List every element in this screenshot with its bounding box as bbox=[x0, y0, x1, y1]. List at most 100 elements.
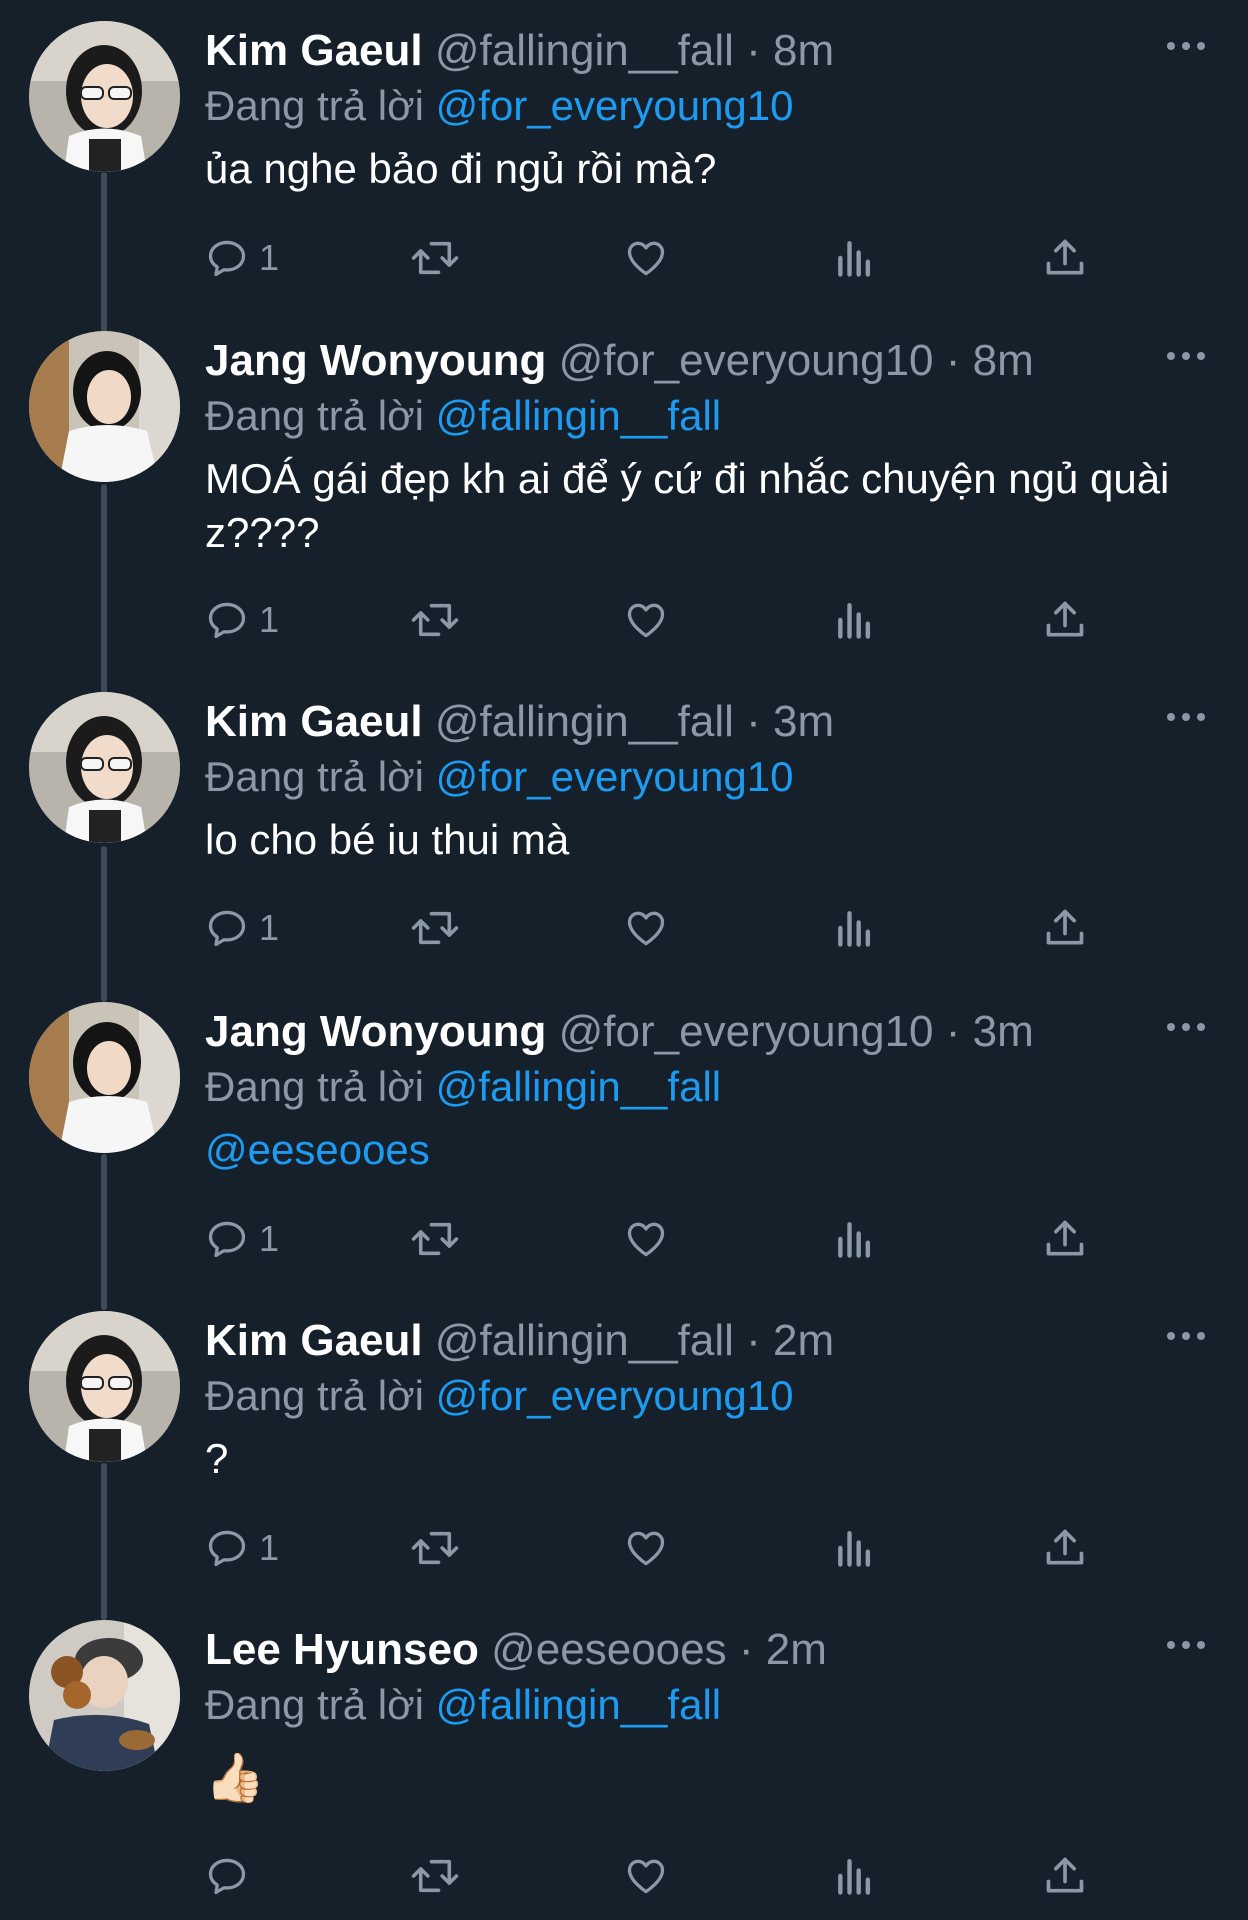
more-icon[interactable] bbox=[1164, 707, 1208, 727]
retweet-button[interactable] bbox=[410, 1209, 460, 1269]
tweet[interactable]: Kim Gaeul @fallingin__fall · 2m Đang trả… bbox=[0, 1290, 1248, 1600]
reply-button[interactable]: 1 bbox=[205, 1518, 279, 1578]
tweet[interactable]: Jang Wonyoung @for_everyoung10 · 3m Đang… bbox=[0, 981, 1248, 1291]
heart-icon bbox=[627, 241, 665, 276]
retweet-button[interactable] bbox=[410, 1518, 460, 1578]
reply-button[interactable]: 1 bbox=[205, 590, 279, 650]
timestamp[interactable]: 8m bbox=[973, 336, 1034, 385]
tweet-text: lo cho bé iu thui mà bbox=[205, 816, 570, 863]
author-name[interactable]: Kim Gaeul bbox=[205, 1316, 423, 1365]
like-button[interactable] bbox=[623, 1518, 669, 1578]
tweet[interactable]: Kim Gaeul @fallingin__fall · 8m Đang trả… bbox=[0, 0, 1248, 310]
author-name[interactable]: Jang Wonyoung bbox=[205, 336, 546, 385]
author-handle[interactable]: @eeseooes bbox=[491, 1625, 727, 1674]
views-button[interactable] bbox=[835, 228, 875, 288]
avatar[interactable] bbox=[29, 1002, 180, 1153]
replying-to-label: Đang trả lời bbox=[205, 1681, 424, 1728]
author-handle[interactable]: @fallingin__fall bbox=[435, 26, 734, 75]
timestamp[interactable]: 2m bbox=[766, 1625, 827, 1674]
retweet-icon bbox=[411, 603, 459, 637]
replying-to-mention[interactable]: @fallingin__fall bbox=[436, 392, 721, 439]
like-button[interactable] bbox=[623, 1209, 669, 1269]
tweet-text[interactable]: @eeseooes bbox=[205, 1123, 1208, 1177]
like-button[interactable] bbox=[623, 228, 669, 288]
tweet[interactable]: Jang Wonyoung @for_everyoung10 · 8m Đang… bbox=[0, 310, 1248, 672]
more-icon[interactable] bbox=[1164, 346, 1208, 366]
heart-icon bbox=[627, 911, 665, 946]
author-handle[interactable]: @for_everyoung10 bbox=[559, 336, 934, 385]
share-icon bbox=[1046, 1220, 1084, 1256]
like-button[interactable] bbox=[623, 1846, 669, 1906]
tweet-actions: 1 bbox=[205, 228, 1105, 288]
author-name[interactable]: Jang Wonyoung bbox=[205, 1007, 546, 1056]
reply-icon bbox=[208, 1221, 246, 1258]
reply-button[interactable]: 1 bbox=[205, 228, 279, 288]
more-icon[interactable] bbox=[1164, 1326, 1208, 1346]
more-icon[interactable] bbox=[1164, 1635, 1208, 1655]
separator-dot: · bbox=[945, 336, 961, 385]
replying-to-label: Đang trả lời bbox=[205, 753, 424, 800]
reply-button[interactable]: 1 bbox=[205, 898, 279, 958]
reply-count: 1 bbox=[259, 907, 280, 948]
more-icon[interactable] bbox=[1164, 1017, 1208, 1037]
views-button[interactable] bbox=[835, 1209, 875, 1269]
views-icon bbox=[838, 603, 871, 639]
separator-dot: · bbox=[746, 26, 761, 75]
views-icon bbox=[838, 911, 871, 947]
replying-to-line: Đang trả lời @for_everyoung10 bbox=[205, 1370, 1208, 1422]
share-button[interactable] bbox=[1043, 1209, 1087, 1269]
author-name[interactable]: Kim Gaeul bbox=[205, 26, 423, 75]
timestamp[interactable]: 3m bbox=[773, 697, 834, 746]
timestamp[interactable]: 2m bbox=[773, 1316, 834, 1365]
tweet[interactable]: Lee Hyunseo @eeseooes · 2m Đang trả lời … bbox=[0, 1599, 1248, 1920]
share-button[interactable] bbox=[1043, 590, 1087, 650]
replying-to-mention[interactable]: @for_everyoung10 bbox=[436, 1372, 794, 1419]
retweet-button[interactable] bbox=[410, 228, 460, 288]
reply-button[interactable]: 1 bbox=[205, 1209, 279, 1269]
author-name[interactable]: Kim Gaeul bbox=[205, 697, 423, 746]
retweet-icon bbox=[411, 911, 459, 945]
author-name[interactable]: Lee Hyunseo bbox=[205, 1625, 479, 1674]
avatar[interactable] bbox=[29, 1311, 180, 1462]
retweet-button[interactable] bbox=[410, 590, 460, 650]
avatar[interactable] bbox=[29, 692, 180, 843]
views-button[interactable] bbox=[835, 1518, 875, 1578]
like-button[interactable] bbox=[623, 898, 669, 958]
share-button[interactable] bbox=[1043, 1518, 1087, 1578]
replying-to-mention[interactable]: @fallingin__fall bbox=[436, 1681, 721, 1728]
retweet-button[interactable] bbox=[410, 898, 460, 958]
views-icon bbox=[838, 1222, 871, 1258]
author-handle[interactable]: @fallingin__fall bbox=[435, 697, 734, 746]
timestamp[interactable]: 8m bbox=[773, 26, 834, 75]
replying-to-line: Đang trả lời @fallingin__fall bbox=[205, 390, 1208, 442]
heart-icon bbox=[627, 1531, 665, 1566]
reply-count: 1 bbox=[259, 237, 280, 278]
share-button[interactable] bbox=[1043, 1846, 1087, 1906]
reply-count: 1 bbox=[259, 599, 280, 640]
replying-to-mention[interactable]: @fallingin__fall bbox=[436, 1063, 721, 1110]
avatar[interactable] bbox=[29, 21, 180, 172]
views-icon bbox=[838, 241, 871, 277]
views-button[interactable] bbox=[835, 898, 875, 958]
separator-dot: · bbox=[746, 697, 761, 746]
tweet-text: MOÁ gái đẹp kh ai để ý cứ đi nhắc chuyện… bbox=[205, 455, 1170, 556]
author-handle[interactable]: @fallingin__fall bbox=[435, 1316, 734, 1365]
views-icon bbox=[838, 1531, 871, 1567]
tweet[interactable]: Kim Gaeul @fallingin__fall · 3m Đang trả… bbox=[0, 671, 1248, 981]
timestamp[interactable]: 3m bbox=[973, 1007, 1034, 1056]
retweet-button[interactable] bbox=[410, 1846, 460, 1906]
avatar[interactable] bbox=[29, 1620, 180, 1771]
share-button[interactable] bbox=[1043, 228, 1087, 288]
replying-to-mention[interactable]: @for_everyoung10 bbox=[436, 82, 794, 129]
heart-icon bbox=[627, 603, 665, 638]
replying-to-mention[interactable]: @for_everyoung10 bbox=[436, 753, 794, 800]
like-button[interactable] bbox=[623, 590, 669, 650]
views-button[interactable] bbox=[835, 1846, 875, 1906]
heart-icon bbox=[627, 1222, 665, 1257]
more-icon[interactable] bbox=[1164, 36, 1208, 56]
author-handle[interactable]: @for_everyoung10 bbox=[559, 1007, 934, 1056]
views-button[interactable] bbox=[835, 590, 875, 650]
share-button[interactable] bbox=[1043, 898, 1087, 958]
reply-button[interactable] bbox=[205, 1846, 259, 1906]
avatar[interactable] bbox=[29, 331, 180, 482]
